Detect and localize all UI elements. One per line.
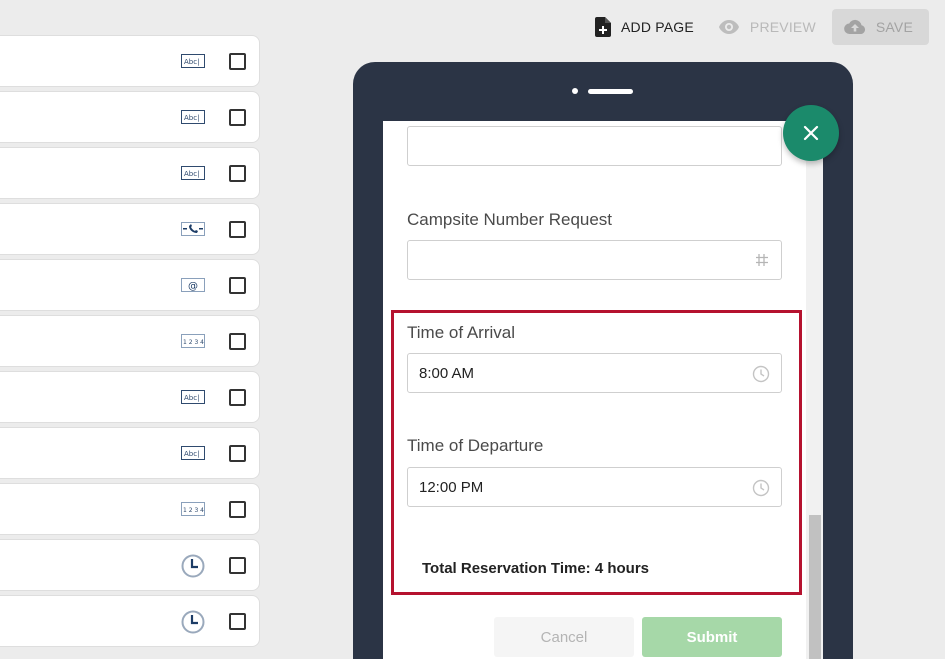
total-reservation-time: Total Reservation Time: 4 hours: [422, 560, 649, 577]
eye-icon: [718, 19, 740, 35]
field-checkbox[interactable]: [229, 557, 246, 574]
phone-camera-dot: [572, 88, 578, 94]
scrollbar-thumb[interactable]: [809, 515, 821, 659]
phone-speaker-bar: [588, 89, 633, 94]
cloud-upload-icon: [844, 19, 866, 35]
top-toolbar: ADD PAGE PREVIEW SAVE: [583, 9, 929, 45]
preview-label: PREVIEW: [749, 19, 816, 35]
field-row[interactable]: [0, 203, 260, 255]
campsite-label: Campsite Number Request: [407, 210, 613, 229]
text-field-icon: Abc|: [181, 164, 205, 182]
field-row[interactable]: Abc|: [0, 91, 260, 143]
hash-icon: [754, 252, 770, 268]
field-checkbox[interactable]: [229, 277, 246, 294]
add-page-icon: [594, 17, 611, 37]
svg-text:Abc|: Abc|: [184, 114, 199, 122]
submit-button[interactable]: Submit: [642, 617, 782, 657]
field-row[interactable]: 1 2 3 4: [0, 483, 260, 535]
close-preview-button[interactable]: [783, 105, 839, 161]
clock-icon[interactable]: [752, 365, 770, 383]
departure-label: Time of Departure: [407, 436, 544, 455]
arrival-time-input[interactable]: 8:00 AM: [407, 353, 782, 393]
arrival-label: Time of Arrival: [407, 323, 516, 342]
field-checkbox[interactable]: [229, 53, 246, 70]
email-field-icon: @: [181, 276, 205, 294]
phone-preview-frame: Campsite Number Request Time of Arrival …: [353, 62, 853, 659]
field-checkbox[interactable]: [229, 501, 246, 518]
close-icon: [803, 125, 819, 141]
field-row[interactable]: [0, 539, 260, 591]
field-row[interactable]: Abc|: [0, 147, 260, 199]
departure-time-input[interactable]: 12:00 PM: [407, 467, 782, 507]
number-field-icon: 1 2 3 4: [181, 332, 205, 350]
text-field-icon: Abc|: [181, 108, 205, 126]
field-checkbox[interactable]: [229, 221, 246, 238]
add-page-button[interactable]: ADD PAGE: [583, 9, 706, 45]
svg-text:Abc|: Abc|: [184, 58, 199, 66]
campsite-number-input[interactable]: [407, 240, 782, 280]
clock-icon: [181, 610, 205, 634]
arrival-time-value: 8:00 AM: [419, 365, 475, 382]
field-row[interactable]: 1 2 3 4: [0, 315, 260, 367]
svg-text:@: @: [188, 281, 198, 292]
clock-icon[interactable]: [752, 479, 770, 497]
clock-icon: [181, 554, 205, 578]
svg-text:Abc|: Abc|: [184, 170, 199, 178]
field-checkbox[interactable]: [229, 613, 246, 630]
previous-field-input[interactable]: [407, 126, 782, 166]
field-row[interactable]: Abc|: [0, 427, 260, 479]
field-row[interactable]: Abc|: [0, 371, 260, 423]
text-field-icon: Abc|: [181, 444, 205, 462]
save-label: SAVE: [875, 19, 913, 35]
field-checkbox[interactable]: [229, 165, 246, 182]
field-checkbox[interactable]: [229, 445, 246, 462]
svg-text:1 2 3 4: 1 2 3 4: [183, 507, 204, 514]
phone-screen: Campsite Number Request Time of Arrival …: [383, 121, 823, 659]
scrollbar-track[interactable]: [806, 121, 823, 659]
phone-field-icon: [181, 220, 205, 238]
field-row[interactable]: Abc|: [0, 35, 260, 87]
text-field-icon: Abc|: [181, 52, 205, 70]
add-page-label: ADD PAGE: [620, 19, 694, 35]
save-button[interactable]: SAVE: [831, 9, 929, 45]
svg-text:1 2 3 4: 1 2 3 4: [183, 339, 204, 346]
departure-time-value: 12:00 PM: [419, 479, 484, 496]
field-row[interactable]: [0, 595, 260, 647]
svg-text:Abc|: Abc|: [184, 450, 199, 458]
field-checkbox[interactable]: [229, 333, 246, 350]
text-field-icon: Abc|: [181, 388, 205, 406]
preview-button[interactable]: PREVIEW: [706, 9, 828, 45]
cancel-button[interactable]: Cancel: [494, 617, 634, 657]
field-row[interactable]: @: [0, 259, 260, 311]
svg-text:Abc|: Abc|: [184, 394, 199, 402]
number-field-icon: 1 2 3 4: [181, 500, 205, 518]
field-checkbox[interactable]: [229, 109, 246, 126]
field-checkbox[interactable]: [229, 389, 246, 406]
